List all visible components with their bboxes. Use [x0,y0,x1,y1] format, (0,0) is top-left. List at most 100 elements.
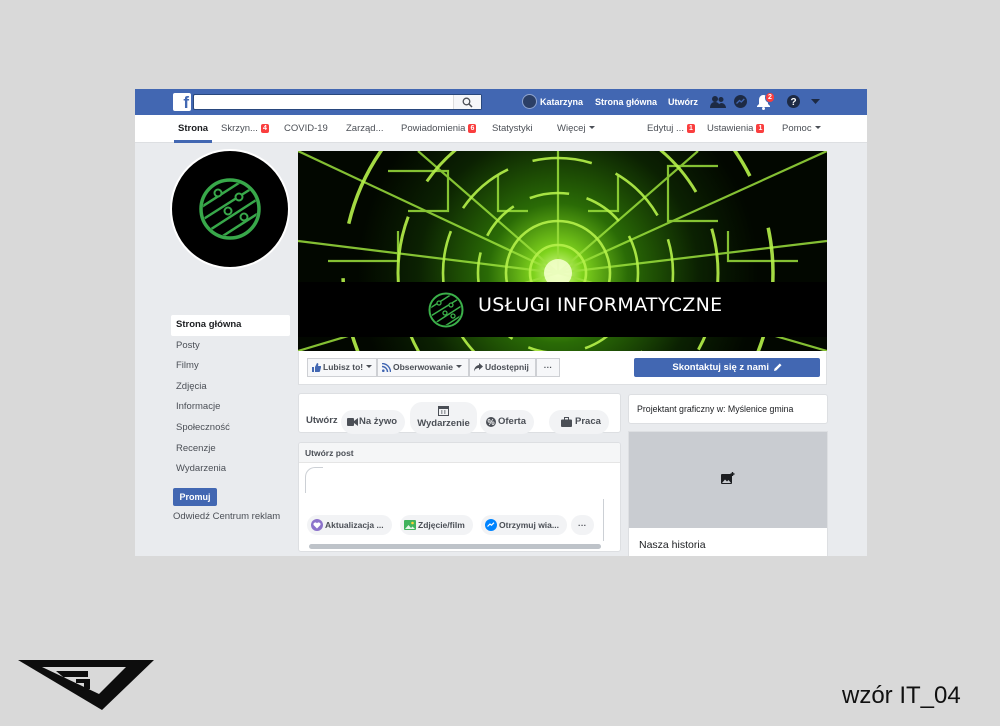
user-profile-link[interactable]: Katarzyna [540,89,583,115]
like-button[interactable]: Lubisz to! [307,358,377,377]
get-messages-label: Otrzymuj wia... [499,520,559,530]
account-menu-caret-icon[interactable] [811,99,820,105]
chevron-down-icon [814,126,821,129]
create-link[interactable]: Utwórz [668,89,698,115]
create-offer-button[interactable]: % Oferta [480,410,534,434]
go-live-button[interactable]: Na żywo [341,410,406,434]
home-link[interactable]: Strona główna [595,89,657,115]
page-nav-tab-label: Strona [178,123,209,134]
sidebar-item[interactable]: Społeczność [171,418,290,439]
contact-button-label: Skontaktuj się z nami [672,362,769,373]
vertical-scrollbar[interactable] [603,499,604,541]
sidebar-item[interactable]: Wydarzenia [171,459,290,480]
page-nav-tab-label: Skrzyn... [221,123,258,134]
story-title: Nasza historia [639,539,706,551]
page-nav-tab[interactable]: Edytuj ... 1 [647,115,695,143]
chevron-down-icon [366,365,373,368]
page-nav-tab-label: Ustawienia [707,123,754,134]
offer-tag-icon: % [486,417,496,427]
more-actions-button[interactable]: ··· [536,358,560,377]
our-story-card[interactable]: Nasza historia [628,431,828,556]
page-nav-tab[interactable]: Strona [173,115,213,143]
page-action-bar: Lubisz to! Obserwowanie Udostępnij ··· S… [298,351,827,385]
search-button[interactable] [453,95,481,109]
facebook-logo-icon[interactable]: f [173,93,191,111]
create-event-button[interactable]: Wydarzenie [410,402,477,434]
share-button[interactable]: Udostępnij [469,358,536,377]
page-nav-tab[interactable]: Statystyki [492,115,533,143]
update-post-label: Aktualizacja ... [325,520,384,530]
page-nav-tab[interactable]: Zarząd... [346,115,384,143]
page-nav-tab[interactable]: Ustawienia 1 [707,115,765,143]
photo-video-button[interactable]: Zdjęcie/film [400,515,473,535]
create-job-label: Praca [575,416,601,427]
horizontal-scrollbar[interactable] [309,544,601,549]
search-icon [462,97,473,108]
video-camera-icon [347,418,358,426]
create-post-box: Utwórz post Aktualizacja ... Zdjęcie/fil… [298,442,621,552]
post-text-input[interactable] [305,467,323,493]
promote-button[interactable]: Promuj [173,488,217,506]
svg-text:%: % [487,418,494,427]
thumbs-up-icon [312,363,321,372]
follow-button[interactable]: Obserwowanie [377,358,469,377]
top-navigation-bar: f Katarzyna Strona główna Utwórz 2 ? [135,89,867,115]
sidebar-item[interactable]: Zdjęcia [171,377,290,398]
photo-icon [404,520,416,530]
ad-center-link[interactable]: Odwiedź Centrum reklam [173,511,280,522]
help-icon[interactable]: ? [786,94,801,109]
sidebar-item[interactable]: Strona główna [171,315,290,336]
page-nav-tab[interactable]: Powiadomienia 6 [401,115,477,143]
page-nav-badge: 1 [756,124,765,133]
messenger-icon[interactable] [733,94,748,109]
page-nav-tab-label: Więcej [557,123,586,134]
story-photo-placeholder[interactable] [629,432,827,528]
update-heart-icon [311,519,323,531]
share-button-label: Udostępnij [485,362,529,372]
sidebar-item[interactable]: Filmy [171,356,290,377]
follow-button-label: Obserwowanie [393,362,453,372]
pattern-label: wzór IT_04 [842,682,961,709]
chevron-down-icon [588,126,595,129]
user-avatar[interactable] [522,94,537,109]
page-category-card: Projektant graficzny w: Myślenice gmina [628,394,828,424]
contact-us-button[interactable]: Skontaktuj się z nami [634,358,820,377]
sidebar-item[interactable]: Informacje [171,397,290,418]
go-live-label: Na żywo [359,416,398,427]
cover-photo[interactable]: USŁUGI INFORMATYCZNE [298,151,827,351]
briefcase-icon [561,417,572,427]
sidebar-item[interactable]: Posty [171,336,290,357]
page-nav-tab[interactable]: Więcej [557,115,595,143]
update-post-button[interactable]: Aktualizacja ... [307,515,392,535]
page-nav-tab[interactable]: COVID-19 [284,115,328,143]
chevron-down-icon [456,365,462,368]
cover-title-text: USŁUGI INFORMATYCZNE [478,294,723,316]
create-job-button[interactable]: Praca [549,410,609,434]
sidebar-item[interactable]: Recenzje [171,439,290,460]
page-nav-tab[interactable]: Pomoc [782,115,821,143]
facebook-page-screenshot: f Katarzyna Strona główna Utwórz 2 ? Str… [135,89,867,556]
page-nav-tab[interactable]: Skrzyn... 4 [221,115,269,143]
notifications-count-badge: 2 [765,92,775,103]
create-event-label: Wydarzenie [417,418,470,429]
photo-video-label: Zdjęcie/film [418,520,465,530]
create-offer-label: Oferta [498,416,526,427]
page-profile-picture[interactable] [170,149,290,269]
page-nav-tab-label: Powiadomienia [401,123,466,134]
create-post-header: Utwórz post [299,443,620,463]
page-management-nav: Strona Skrzyn... 4 COVID-19 Zarząd... Powiado… [135,115,867,143]
create-options-bar: Utwórz Na żywo Wydarzenie % Oferta Praca [298,393,621,434]
page-nav-badge: 6 [468,124,477,133]
page-nav-tab-label: Pomoc [782,123,812,134]
rss-icon [382,363,391,372]
messenger-icon [485,519,497,531]
more-post-options-button[interactable]: ··· [571,515,594,535]
get-messages-button[interactable]: Otrzymuj wia... [481,515,567,535]
page-nav-tab-label: COVID-19 [284,123,328,134]
brand-logo [18,660,154,710]
cover-globe-logo-icon [428,292,464,328]
search-input[interactable] [193,94,482,110]
add-photo-icon [721,472,735,484]
create-label: Utwórz [306,415,338,426]
friend-requests-icon[interactable] [710,94,726,110]
